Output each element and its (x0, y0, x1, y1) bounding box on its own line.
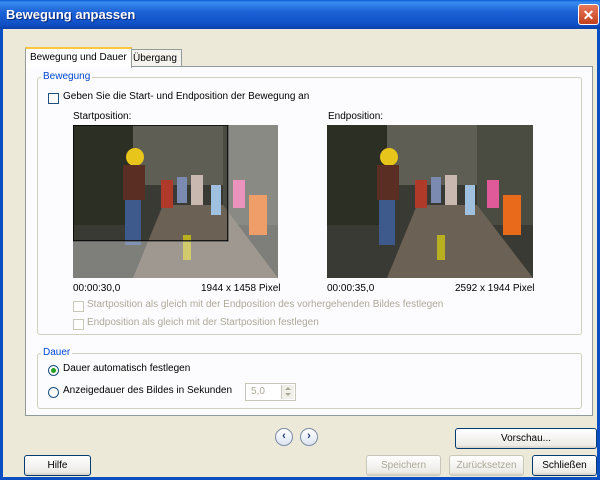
manual-duration-label: Anzeigedauer des Bildes in Sekunden (63, 385, 233, 396)
start-time: 00:00:30,0 (73, 283, 121, 294)
start-size: 1944 x 1458 Pixel (201, 283, 281, 294)
reset-button[interactable]: Zurücksetzen (449, 455, 524, 476)
close-button[interactable]: Schließen (532, 455, 597, 476)
window-title: Bewegung anpassen (6, 7, 136, 22)
end-equals-start-label: Endposition als gleich mit der Startposi… (87, 317, 319, 328)
start-position-image[interactable] (73, 125, 278, 278)
tab-label: Übergang (133, 53, 177, 64)
tab-panel: Bewegung Geben Sie die Start- und Endpos… (25, 66, 593, 416)
end-position-image[interactable] (327, 125, 533, 278)
end-photo-graphic (327, 125, 533, 278)
stepper-arrows-icon[interactable] (281, 385, 294, 399)
bewegung-group-label: Bewegung (41, 71, 93, 82)
dauer-group (37, 353, 582, 409)
dauer-group-label: Dauer (41, 347, 73, 358)
auto-duration-radio[interactable] (48, 365, 59, 376)
end-time: 00:00:35,0 (327, 283, 375, 294)
tab-label: Bewegung und Dauer (30, 52, 127, 63)
save-button[interactable]: Speichern (366, 455, 441, 476)
start-position-label: Startposition: (73, 111, 132, 122)
start-equals-previous-label: Startposition als gleich mit der Endposi… (87, 299, 444, 310)
start-equals-previous-checkbox[interactable] (73, 301, 84, 312)
next-image-icon[interactable]: › (300, 428, 318, 446)
title-bar: Bewegung anpassen ✕ (0, 0, 600, 29)
manual-duration-radio[interactable] (48, 387, 59, 398)
help-button[interactable]: Hilfe (24, 455, 91, 476)
specify-motion-checkbox[interactable] (48, 93, 59, 104)
end-equals-start-checkbox[interactable] (73, 319, 84, 330)
start-photo-graphic (73, 125, 278, 278)
previous-image-icon[interactable]: ‹ (275, 428, 293, 446)
duration-seconds-value: 5,0 (251, 386, 265, 397)
auto-duration-label: Dauer automatisch festlegen (63, 363, 191, 374)
end-position-label: Endposition: (328, 111, 384, 122)
specify-motion-label: Geben Sie die Start- und Endposition der… (63, 91, 310, 102)
preview-button[interactable]: Vorschau... (455, 428, 597, 449)
duration-seconds-stepper[interactable]: 5,0 (245, 383, 296, 401)
tab-bewegung-und-dauer[interactable]: Bewegung und Dauer (25, 47, 132, 68)
close-icon[interactable]: ✕ (578, 4, 599, 25)
end-size: 2592 x 1944 Pixel (455, 283, 535, 294)
